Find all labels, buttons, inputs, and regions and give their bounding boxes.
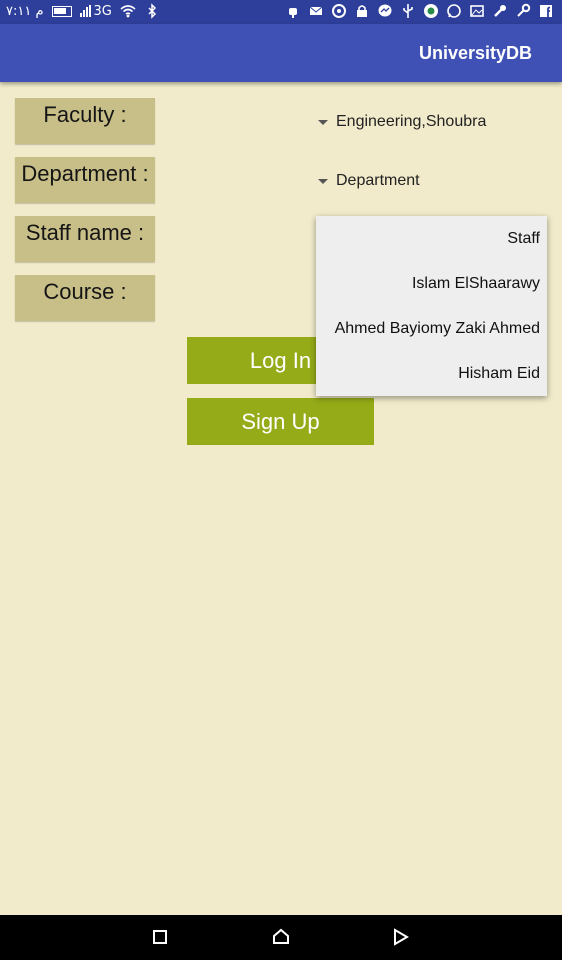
staff-option[interactable]: Islam ElShaarawy [316, 261, 547, 306]
staff-option[interactable]: Ahmed Bayiomy Zaki Ahmed [316, 306, 547, 351]
notification-icons [285, 3, 554, 19]
faculty-spinner[interactable]: Engineering,Shoubra [318, 113, 486, 131]
facebook-icon [540, 5, 552, 17]
status-bar: م ٧:١١ 3G [0, 0, 562, 24]
home-icon[interactable] [271, 927, 291, 947]
message-icon [309, 6, 323, 15]
navigation-bar [0, 915, 562, 960]
app-icon [424, 4, 438, 18]
signup-button[interactable]: Sign Up [187, 398, 374, 445]
wifi-icon [120, 5, 136, 18]
image-icon [470, 5, 484, 17]
staff-dropdown-popup: Staff Islam ElShaarawy Ahmed Bayiomy Zak… [316, 216, 547, 396]
messenger-icon [378, 4, 392, 17]
settings-icon [517, 3, 531, 17]
staff-name-label: Staff name : [15, 216, 155, 262]
department-spinner[interactable]: Department [318, 172, 420, 190]
course-label: Course : [15, 275, 155, 321]
status-left: م ٧:١١ 3G [6, 3, 160, 19]
usb-icon [403, 4, 413, 18]
bluetooth-icon [148, 3, 156, 19]
lock-icon [357, 5, 367, 17]
staff-option[interactable]: Hisham Eid [316, 351, 547, 396]
department-label: Department : [15, 157, 155, 203]
wrench-icon [494, 5, 506, 17]
back-icon[interactable] [391, 927, 411, 947]
dropdown-arrow-icon [318, 178, 328, 184]
recents-icon[interactable] [150, 927, 170, 947]
app-bar: UniversityDB [0, 24, 562, 82]
app-title: UniversityDB [418, 43, 532, 63]
staff-option[interactable]: Staff [316, 216, 547, 261]
dropdown-arrow-icon [318, 119, 328, 125]
network-type: 3G [93, 3, 112, 19]
signal-icon [79, 5, 91, 17]
department-selected-value: Department [336, 172, 420, 189]
whatsapp-icon [447, 4, 461, 18]
faculty-selected-value: Engineering,Shoubra [336, 113, 487, 130]
faculty-label: Faculty : [15, 98, 155, 144]
android-icon [289, 8, 297, 18]
battery-icon [51, 5, 72, 17]
clock: م ٧:١١ [6, 3, 44, 19]
chrome-icon [332, 4, 346, 18]
